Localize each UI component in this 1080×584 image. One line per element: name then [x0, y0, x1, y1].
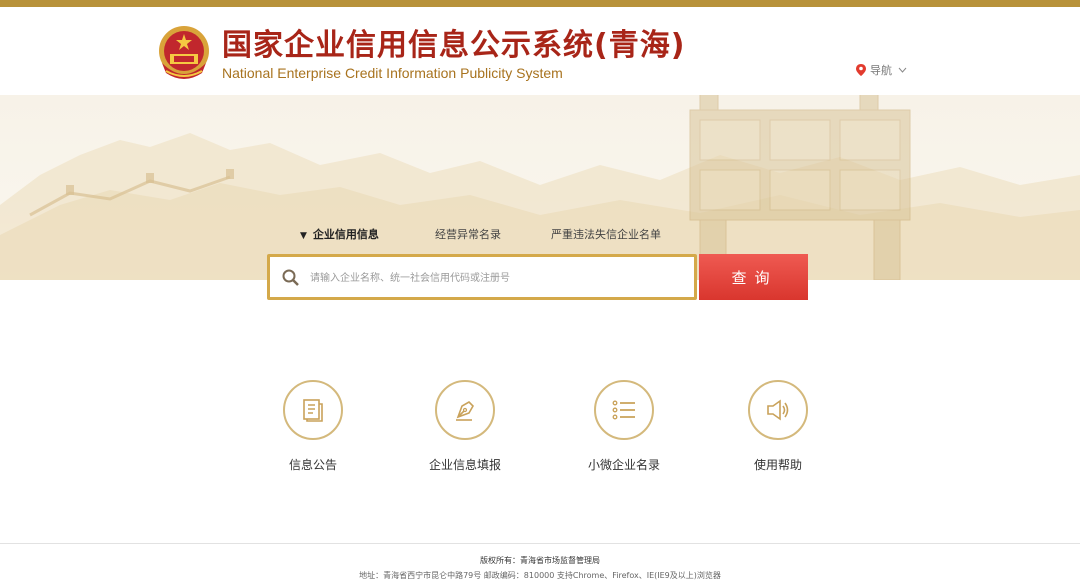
- feature-label: 企业信息填报: [428, 458, 501, 472]
- speaker-icon: [767, 399, 789, 421]
- tab-serious-violation[interactable]: 严重违法失信企业名单: [551, 226, 661, 242]
- location-pin-icon: [856, 64, 866, 76]
- site-subtitle: National Enterprise Credit Information P…: [222, 65, 563, 81]
- tab-abnormal-operation[interactable]: 经营异常名录: [435, 226, 501, 242]
- nav-menu-link[interactable]: 导航: [856, 62, 907, 78]
- nav-label: 导航: [870, 64, 892, 77]
- footer-divider: [0, 543, 1080, 544]
- tab-enterprise-credit[interactable]: ▼ 企业信用信息: [300, 226, 379, 242]
- search-input[interactable]: [308, 266, 692, 290]
- hero-banner: [0, 95, 1080, 280]
- feature-info-announcement[interactable]: 信息公告: [253, 380, 373, 473]
- search-button[interactable]: 查询: [699, 254, 808, 300]
- footer-copyright: 版权所有：青海省市场监督管理局: [480, 556, 600, 565]
- feature-usage-help[interactable]: 使用帮助: [718, 380, 838, 473]
- site-header: 国家企业信用信息公示系统(青海) National Enterprise Cre…: [0, 7, 1080, 95]
- list-icon: [612, 400, 635, 420]
- document-icon: [303, 399, 323, 422]
- feature-label: 信息公告: [288, 458, 337, 472]
- site-title: 国家企业信用信息公示系统(青海): [222, 28, 686, 63]
- national-emblem-icon: [159, 26, 209, 79]
- triangle-down-icon: ▼: [300, 231, 307, 241]
- feature-label: 小微企业名录: [587, 458, 660, 472]
- footer-address: 地址：青海省西宁市昆仑中路79号 邮政编码：810000 支持Chrome、Fi…: [359, 571, 721, 580]
- top-accent-bar: [0, 0, 1080, 7]
- search-box: [267, 254, 697, 300]
- search-icon: [282, 269, 299, 286]
- feature-enterprise-report[interactable]: 企业信息填报: [405, 380, 525, 473]
- feature-label: 使用帮助: [753, 458, 802, 472]
- chevron-down-icon: [898, 67, 907, 73]
- great-wall-ding-illustration: [0, 95, 1080, 280]
- search-bar: 查询: [267, 254, 808, 300]
- pen-nib-icon: [456, 401, 474, 421]
- feature-small-business-list[interactable]: 小微企业名录: [564, 380, 684, 473]
